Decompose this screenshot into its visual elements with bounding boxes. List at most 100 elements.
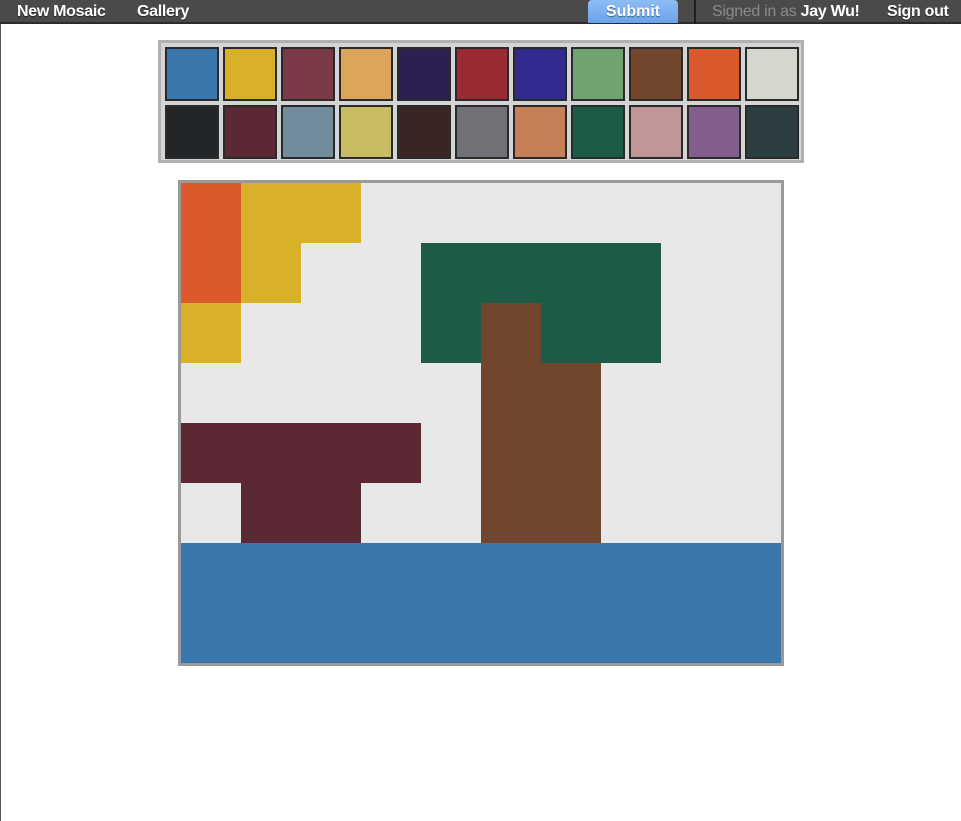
mosaic-cell[interactable] xyxy=(721,423,781,483)
mosaic-cell[interactable] xyxy=(241,303,301,363)
mosaic-cell[interactable] xyxy=(541,483,601,543)
mosaic-cell[interactable] xyxy=(361,243,421,303)
palette-swatch[interactable] xyxy=(687,47,741,101)
submit-button[interactable]: Submit xyxy=(588,0,678,23)
mosaic-cell[interactable] xyxy=(481,243,541,303)
palette-swatch[interactable] xyxy=(281,47,335,101)
mosaic-cell[interactable] xyxy=(721,183,781,243)
mosaic-cell[interactable] xyxy=(421,483,481,543)
mosaic-cell[interactable] xyxy=(601,423,661,483)
mosaic-cell[interactable] xyxy=(421,183,481,243)
mosaic-cell[interactable] xyxy=(361,543,421,603)
mosaic-cell[interactable] xyxy=(301,543,361,603)
mosaic-cell[interactable] xyxy=(661,483,721,543)
palette-swatch[interactable] xyxy=(165,47,219,101)
mosaic-cell[interactable] xyxy=(601,303,661,363)
palette-swatch[interactable] xyxy=(165,105,219,159)
mosaic-cell[interactable] xyxy=(421,543,481,603)
palette-swatch[interactable] xyxy=(571,47,625,101)
palette-swatch[interactable] xyxy=(513,47,567,101)
palette-swatch[interactable] xyxy=(397,47,451,101)
mosaic-cell[interactable] xyxy=(721,483,781,543)
mosaic-cell[interactable] xyxy=(481,363,541,423)
mosaic-cell[interactable] xyxy=(241,483,301,543)
mosaic-cell[interactable] xyxy=(241,543,301,603)
palette-swatch[interactable] xyxy=(223,105,277,159)
mosaic-canvas[interactable] xyxy=(181,183,781,663)
mosaic-cell[interactable] xyxy=(661,603,721,663)
gallery-link[interactable]: Gallery xyxy=(137,3,189,21)
mosaic-cell[interactable] xyxy=(181,303,241,363)
mosaic-cell[interactable] xyxy=(721,243,781,303)
palette-swatch[interactable] xyxy=(513,105,567,159)
mosaic-cell[interactable] xyxy=(601,603,661,663)
mosaic-cell[interactable] xyxy=(301,483,361,543)
mosaic-cell[interactable] xyxy=(241,243,301,303)
mosaic-cell[interactable] xyxy=(181,363,241,423)
mosaic-cell[interactable] xyxy=(481,603,541,663)
mosaic-cell[interactable] xyxy=(181,423,241,483)
mosaic-cell[interactable] xyxy=(241,183,301,243)
mosaic-cell[interactable] xyxy=(361,423,421,483)
mosaic-cell[interactable] xyxy=(601,363,661,423)
mosaic-cell[interactable] xyxy=(301,183,361,243)
palette-swatch[interactable] xyxy=(745,105,799,159)
mosaic-cell[interactable] xyxy=(301,303,361,363)
palette-swatch[interactable] xyxy=(455,47,509,101)
palette-swatch[interactable] xyxy=(397,105,451,159)
mosaic-cell[interactable] xyxy=(541,603,601,663)
mosaic-cell[interactable] xyxy=(241,363,301,423)
mosaic-cell[interactable] xyxy=(301,603,361,663)
mosaic-cell[interactable] xyxy=(721,603,781,663)
mosaic-cell[interactable] xyxy=(541,543,601,603)
mosaic-cell[interactable] xyxy=(541,183,601,243)
mosaic-cell[interactable] xyxy=(481,543,541,603)
mosaic-cell[interactable] xyxy=(301,363,361,423)
mosaic-cell[interactable] xyxy=(361,483,421,543)
mosaic-cell[interactable] xyxy=(541,303,601,363)
mosaic-cell[interactable] xyxy=(181,183,241,243)
mosaic-cell[interactable] xyxy=(361,183,421,243)
mosaic-cell[interactable] xyxy=(661,303,721,363)
mosaic-cell[interactable] xyxy=(361,303,421,363)
mosaic-cell[interactable] xyxy=(481,183,541,243)
mosaic-cell[interactable] xyxy=(301,423,361,483)
mosaic-cell[interactable] xyxy=(421,423,481,483)
mosaic-cell[interactable] xyxy=(361,363,421,423)
mosaic-cell[interactable] xyxy=(421,363,481,423)
mosaic-cell[interactable] xyxy=(181,603,241,663)
palette-swatch[interactable] xyxy=(629,47,683,101)
palette-swatch[interactable] xyxy=(745,47,799,101)
mosaic-cell[interactable] xyxy=(721,363,781,423)
mosaic-cell[interactable] xyxy=(421,603,481,663)
mosaic-cell[interactable] xyxy=(241,423,301,483)
palette-swatch[interactable] xyxy=(455,105,509,159)
mosaic-cell[interactable] xyxy=(361,603,421,663)
mosaic-cell[interactable] xyxy=(301,243,361,303)
mosaic-cell[interactable] xyxy=(601,183,661,243)
palette-swatch[interactable] xyxy=(571,105,625,159)
palette-swatch[interactable] xyxy=(629,105,683,159)
mosaic-cell[interactable] xyxy=(481,303,541,363)
palette-swatch[interactable] xyxy=(223,47,277,101)
palette-swatch[interactable] xyxy=(339,105,393,159)
mosaic-cell[interactable] xyxy=(661,243,721,303)
palette-swatch[interactable] xyxy=(339,47,393,101)
mosaic-cell[interactable] xyxy=(481,483,541,543)
palette-swatch[interactable] xyxy=(687,105,741,159)
mosaic-cell[interactable] xyxy=(481,423,541,483)
new-mosaic-link[interactable]: New Mosaic xyxy=(17,3,106,21)
mosaic-cell[interactable] xyxy=(421,303,481,363)
mosaic-cell[interactable] xyxy=(601,543,661,603)
mosaic-cell[interactable] xyxy=(721,543,781,603)
mosaic-cell[interactable] xyxy=(721,303,781,363)
palette-swatch[interactable] xyxy=(281,105,335,159)
mosaic-cell[interactable] xyxy=(541,363,601,423)
mosaic-cell[interactable] xyxy=(661,543,721,603)
mosaic-cell[interactable] xyxy=(181,243,241,303)
mosaic-cell[interactable] xyxy=(421,243,481,303)
mosaic-cell[interactable] xyxy=(601,483,661,543)
mosaic-cell[interactable] xyxy=(541,243,601,303)
mosaic-cell[interactable] xyxy=(181,483,241,543)
mosaic-cell[interactable] xyxy=(601,243,661,303)
